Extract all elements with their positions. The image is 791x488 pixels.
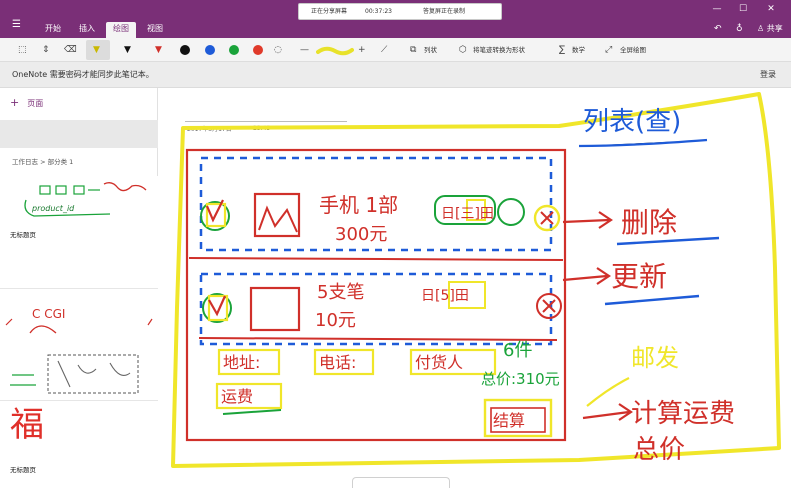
note-canvas[interactable]: 2017年3月17日 23:45 列表(查) 手机 1部 300元 日[三]田 … <box>159 88 791 488</box>
delete-ink: 删除 <box>621 206 677 239</box>
share-timer: 00:37:23 <box>365 8 392 15</box>
fullscreen-draw-label[interactable]: 全屏绘图 <box>620 42 646 58</box>
thumbnail-ink-text-1: product_id <box>32 204 75 213</box>
payer-ink: 付货人 <box>415 353 463 372</box>
divider-1 <box>188 257 564 261</box>
pieces-ink: 6件 <box>503 340 532 361</box>
sign-in-button[interactable]: 登录 <box>760 68 776 82</box>
color-swatch-red[interactable] <box>253 45 263 55</box>
handwritten-ink-layer: 列表(查) 手机 1部 300元 日[三]田 5支笔 10元 日[5]田 删除 … <box>171 92 781 468</box>
update-underline <box>604 294 700 306</box>
freight-arrow <box>586 377 630 407</box>
tab-insert[interactable]: 插入 <box>72 22 102 38</box>
lightbulb-icon[interactable]: ♁ <box>736 23 743 35</box>
row2-delete-x <box>542 299 556 313</box>
list-shape-icon[interactable]: ⧉ <box>410 42 416 58</box>
breadcrumb: 工作日志 > 部分类 1 <box>12 158 74 166</box>
row1-image-scribble <box>258 205 298 233</box>
row2-product-ink: 5支笔 <box>317 282 364 303</box>
total-price-ink: 总价 <box>633 435 685 465</box>
highlighter-pen-icon[interactable]: ▼ <box>93 42 100 58</box>
add-page-button[interactable]: + 页面 <box>10 97 43 110</box>
thumbnail-ink-2 <box>5 318 153 394</box>
convert-to-shapes-icon[interactable]: ⬡ <box>459 42 467 58</box>
page-bottom-handle[interactable] <box>352 477 450 488</box>
tab-home[interactable]: 开始 <box>38 22 68 38</box>
row1-product-ink: 手机 1部 <box>319 193 398 217</box>
close-icon[interactable]: ✕ <box>762 3 780 15</box>
fullscreen-draw-icon[interactable]: ⤢ <box>605 42 612 58</box>
add-page-label: 页面 <box>27 99 44 108</box>
hamburger-menu-icon[interactable]: ☰ <box>12 20 24 30</box>
color-swatch-green[interactable] <box>229 45 239 55</box>
row1-image-box <box>253 192 301 238</box>
row2-check-mark <box>208 295 227 317</box>
phone-ink: 电话: <box>319 353 356 372</box>
onenote-window: ☰ 开始 插入 绘图 视图 正在分享屏幕 00:37:23 答复屏正在录制 — … <box>0 0 791 488</box>
heading-underline <box>578 138 708 148</box>
ruler-icon[interactable]: ⟋ <box>381 42 387 58</box>
shipping-ink: 运费 <box>221 387 253 406</box>
page-title-3: 无标题页 <box>10 466 36 474</box>
draw-toolbar: ⬚ ⇕ ⌫ ▼ ▼ ▼ ◌ — + ⟋ ⧉ 列状 ⬡ 将笔迹转换为形状 ∑ 数学… <box>0 38 791 62</box>
list-shape-label[interactable]: 列状 <box>424 42 437 58</box>
delete-arrow <box>562 211 613 229</box>
math-icon[interactable]: ∑ <box>559 42 565 58</box>
share-status-text: 正在分享屏幕 <box>311 8 348 15</box>
row2-qty-ink: 日[5]田 <box>421 288 469 304</box>
insert-space-icon[interactable]: ⇕ <box>42 42 50 58</box>
sync-warning-text: OneNote 需要密码才能同步此笔记本。 <box>12 70 154 79</box>
page-title-1: 无标题页 <box>10 231 36 239</box>
row2-image-box <box>249 286 301 332</box>
share-label: 共享 <box>766 24 783 33</box>
minimize-icon[interactable]: — <box>708 3 726 15</box>
thicker-stroke-icon[interactable]: + <box>358 42 366 58</box>
thumbnail-ink-text-2: C CGI <box>32 307 66 321</box>
page-thumbnail-3[interactable]: 福 无标题页 <box>0 400 158 488</box>
shipping-underline <box>222 409 282 415</box>
maximize-icon[interactable]: ☐ <box>734 3 752 15</box>
undo-icon[interactable]: ↶ <box>714 23 722 35</box>
math-label[interactable]: 数学 <box>572 42 585 58</box>
row2-blue-dashed <box>199 272 553 346</box>
recording-status-text: 答复屏正在录制 <box>423 8 466 15</box>
lasso-select-icon[interactable]: ⬚ <box>18 42 27 58</box>
color-swatch-black[interactable] <box>180 45 190 55</box>
share-button[interactable]: ♙ 共享 <box>757 23 783 35</box>
thinner-stroke-icon[interactable]: — <box>300 42 309 58</box>
update-arrow <box>562 267 611 285</box>
eraser-icon[interactable]: ⌫ <box>64 42 77 58</box>
thumbnail-ink-text-3: 福 <box>10 405 44 445</box>
address-ink: 地址: <box>223 353 260 372</box>
freight-ink: 邮发 <box>631 344 679 372</box>
tab-view[interactable]: 视图 <box>140 22 170 38</box>
row1-qty-ink: 日[三]田 <box>441 206 494 222</box>
red-pen-icon[interactable]: ▼ <box>155 42 162 58</box>
heading-ink: 列表(查) <box>583 107 681 137</box>
stroke-width-preview <box>316 46 354 56</box>
tab-draw[interactable]: 绘图 <box>106 22 136 38</box>
selected-page-band[interactable] <box>0 120 158 148</box>
ribbon: ☰ 开始 插入 绘图 视图 正在分享屏幕 00:37:23 答复屏正在录制 — … <box>0 0 791 38</box>
plus-icon: + <box>10 96 20 109</box>
color-swatch-blue[interactable] <box>205 45 215 55</box>
compute-ink: 计算运费 <box>631 399 735 429</box>
checkout-ink: 结算 <box>493 411 525 430</box>
row2-price-ink: 10元 <box>315 310 356 331</box>
sync-notification-bar: OneNote 需要密码才能同步此笔记本。 登录 <box>0 62 791 88</box>
total-ink: 总价:310元 <box>481 370 560 388</box>
page-list-sidebar: + 页面 工作日志 > 部分类 1 product_id 无标题页 C CGI … <box>0 88 158 488</box>
update-ink: 更新 <box>611 260 667 293</box>
row1-price-ink: 300元 <box>335 224 387 245</box>
page-thumbnail-1[interactable]: product_id 无标题页 <box>0 176 158 288</box>
color-picker-icon[interactable]: ◌ <box>274 42 282 58</box>
black-pen-icon[interactable]: ▼ <box>124 42 131 58</box>
convert-to-shapes-label[interactable]: 将笔迹转换为形状 <box>473 42 525 58</box>
row1-minus-circle <box>497 198 525 226</box>
screen-share-banner: 正在分享屏幕 00:37:23 答复屏正在录制 <box>298 3 502 20</box>
compute-arrow <box>582 403 633 421</box>
page-thumbnail-2[interactable]: C CGI <box>0 288 158 400</box>
